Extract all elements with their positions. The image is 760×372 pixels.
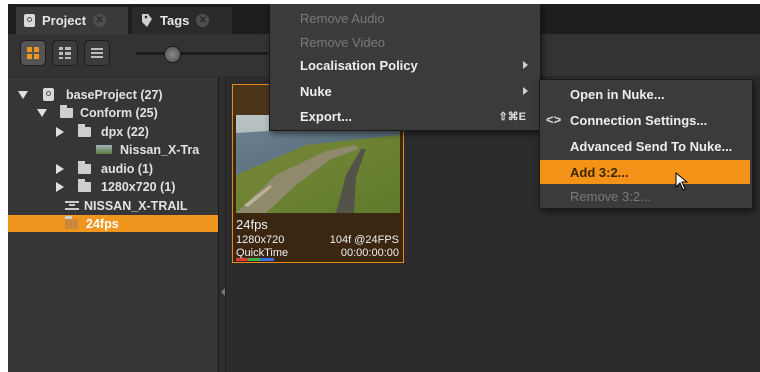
menu-item-label: Nuke bbox=[300, 83, 332, 99]
format-color-bar bbox=[236, 258, 274, 261]
menu-item-remove-video[interactable]: Remove Video bbox=[270, 30, 538, 54]
submenu-arrow-icon bbox=[523, 87, 528, 95]
tab-tags-label: Tags bbox=[160, 13, 190, 28]
tree-item-1280x720[interactable]: 1280x720 (1) bbox=[8, 178, 218, 195]
sequence-icon bbox=[65, 201, 79, 210]
tree-item-label: Nissan_X-Tra bbox=[120, 142, 200, 157]
tag-icon bbox=[142, 14, 152, 27]
clip-info: 24fps 1280x720 104f @24FPS QuickTime 00:… bbox=[233, 215, 403, 262]
grid-view-button[interactable] bbox=[20, 40, 46, 66]
shortcut-label: ⇧⌘E bbox=[498, 110, 526, 123]
tab-tags[interactable]: Tags ✕ bbox=[132, 7, 232, 34]
tree-item-conform[interactable]: Conform (25) bbox=[8, 104, 218, 121]
panel-splitter[interactable] bbox=[219, 77, 226, 372]
close-icon[interactable]: ✕ bbox=[93, 14, 107, 27]
menu-item-remove-3-2[interactable]: Remove 3:2... bbox=[540, 184, 750, 208]
tree-item-label: Conform (25) bbox=[80, 105, 158, 120]
tree-item-label: NISSAN_X-TRAIL bbox=[84, 198, 188, 213]
list-icon bbox=[91, 48, 103, 58]
menu-item-connection-settings[interactable]: <> Connection Settings... bbox=[540, 108, 750, 132]
zoom-slider-knob[interactable] bbox=[164, 46, 181, 63]
expand-arrow-icon[interactable] bbox=[18, 90, 28, 99]
menu-item-label: Localisation Policy bbox=[300, 57, 418, 73]
context-menu: Remove Audio Remove Video Localisation P… bbox=[269, 4, 541, 131]
clip-name: 24fps bbox=[236, 217, 268, 232]
menu-item-label: Open in Nuke... bbox=[570, 86, 665, 102]
grid-icon bbox=[27, 47, 39, 59]
bin-icon bbox=[78, 123, 91, 137]
menu-item-remove-audio[interactable]: Remove Audio bbox=[270, 6, 538, 30]
menu-item-label: Advanced Send To Nuke... bbox=[570, 138, 733, 154]
tab-project[interactable]: Project ✕ bbox=[16, 7, 128, 34]
menu-item-label: Add 3:2... bbox=[570, 164, 629, 180]
bin-icon bbox=[65, 215, 78, 229]
zoom-slider-track[interactable] bbox=[136, 52, 268, 55]
menu-item-add-3-2[interactable]: Add 3:2... bbox=[540, 160, 750, 184]
close-icon[interactable]: ✕ bbox=[196, 14, 210, 27]
menu-item-export[interactable]: Export... ⇧⌘E bbox=[270, 104, 538, 128]
detail-list-icon bbox=[59, 47, 71, 59]
tree-item-label: baseProject (27) bbox=[66, 87, 163, 102]
clip-icon bbox=[96, 145, 112, 154]
clip-frames: 104f @24FPS bbox=[329, 234, 399, 246]
tree-item-audio[interactable]: audio (1) bbox=[8, 160, 218, 177]
mouse-cursor-icon bbox=[675, 172, 689, 191]
menu-item-open-in-nuke[interactable]: Open in Nuke... bbox=[540, 82, 750, 106]
submenu-arrow-icon bbox=[523, 61, 528, 69]
menu-item-label: Connection Settings... bbox=[570, 112, 708, 128]
clip-timecode: 00:00:00:00 bbox=[340, 247, 399, 259]
tree-item-label: 1280x720 (1) bbox=[101, 179, 176, 194]
list-view-button[interactable] bbox=[84, 40, 110, 66]
menu-item-label: Remove Audio bbox=[300, 10, 385, 26]
tree-item-baseproject[interactable]: baseProject (27) bbox=[8, 86, 218, 103]
collapsed-arrow-icon[interactable] bbox=[56, 163, 64, 174]
menu-item-nuke[interactable]: Nuke bbox=[270, 79, 538, 103]
tree-item-dpx[interactable]: dpx (22) bbox=[8, 123, 218, 140]
menu-item-localisation-policy[interactable]: Localisation Policy bbox=[270, 53, 538, 77]
tab-project-label: Project bbox=[42, 13, 87, 28]
detail-view-button[interactable] bbox=[52, 40, 78, 66]
bin-icon bbox=[60, 104, 73, 118]
tree-item-24fps[interactable]: 24fps bbox=[8, 215, 218, 232]
app-window: Project ✕ Tags ✕ baseProject (27) Confor… bbox=[8, 4, 760, 372]
expand-arrow-icon[interactable] bbox=[37, 108, 47, 117]
code-brackets-icon: <> bbox=[546, 112, 562, 127]
bin-icon bbox=[78, 160, 91, 174]
menu-item-label: Remove Video bbox=[300, 34, 386, 50]
tree-item-label: 24fps bbox=[86, 216, 119, 231]
project-tree: baseProject (27) Conform (25) dpx (22) N… bbox=[8, 77, 219, 372]
menu-item-advanced-send[interactable]: Advanced Send To Nuke... bbox=[540, 134, 750, 158]
tree-item-nissan-sequence[interactable]: NISSAN_X-TRAIL bbox=[8, 197, 218, 214]
tree-item-label: audio (1) bbox=[101, 161, 154, 176]
tree-item-nissan-clip[interactable]: Nissan_X-Tra bbox=[8, 141, 218, 158]
menu-item-label: Export... bbox=[300, 108, 353, 124]
nuke-submenu: Open in Nuke... <> Connection Settings..… bbox=[539, 79, 753, 209]
collapsed-arrow-icon[interactable] bbox=[56, 181, 64, 192]
collapse-arrow-icon[interactable] bbox=[221, 288, 225, 296]
tree-item-label: dpx (22) bbox=[101, 124, 149, 139]
collapsed-arrow-icon[interactable] bbox=[56, 126, 64, 137]
project-icon bbox=[43, 88, 54, 101]
project-icon bbox=[24, 14, 35, 27]
clip-resolution: 1280x720 bbox=[236, 234, 285, 246]
menu-item-label: Remove 3:2... bbox=[570, 188, 651, 204]
bin-icon bbox=[78, 178, 91, 192]
